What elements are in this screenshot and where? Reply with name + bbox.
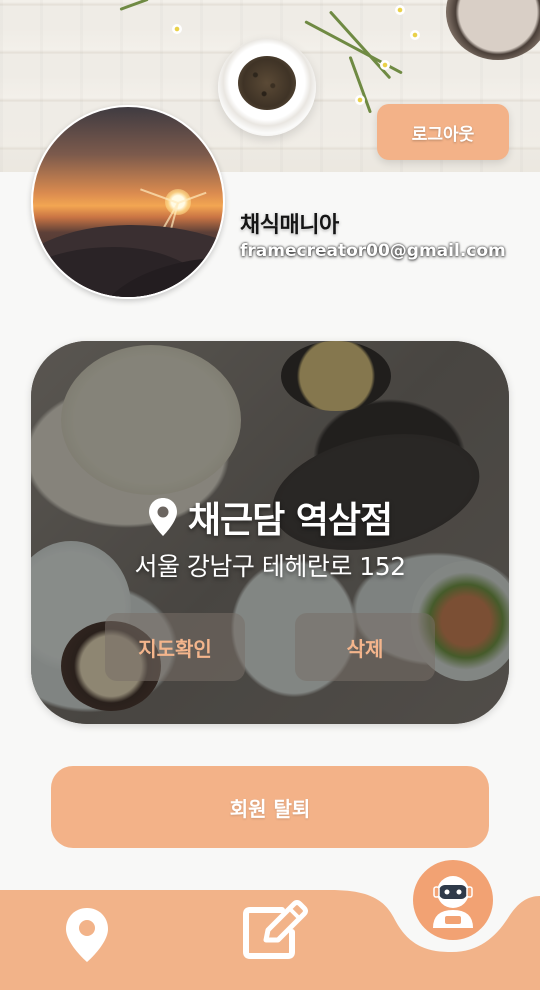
store-title-row: 채근담 역삼점 <box>31 491 509 543</box>
withdraw-button[interactable]: 회원 탈퇴 <box>51 766 489 848</box>
spice-bowl-image <box>218 38 316 136</box>
map-pin-icon <box>148 497 178 537</box>
map-pin-icon <box>66 908 108 962</box>
nav-chatbot-button[interactable] <box>413 860 493 940</box>
store-name: 채근담 역삼점 <box>187 500 393 541</box>
view-map-button[interactable]: 지도확인 <box>105 613 245 681</box>
bottom-nav <box>0 860 540 990</box>
flower-image <box>172 24 182 34</box>
flower-image <box>410 30 420 40</box>
edit-icon <box>243 900 308 959</box>
chatbot-icon <box>433 876 473 928</box>
spice-image <box>238 56 296 110</box>
logout-button[interactable]: 로그아웃 <box>377 104 509 160</box>
user-name: 채식매니아 <box>240 213 339 238</box>
avatar[interactable] <box>31 105 225 299</box>
nav-write-button[interactable] <box>240 900 310 960</box>
delete-button[interactable]: 삭제 <box>295 613 435 681</box>
store-address: 서울 강남구 테헤란로 152 <box>134 552 406 581</box>
user-email: framecreator00@gmail.com <box>240 241 506 261</box>
flower-image <box>355 95 365 105</box>
flower-image <box>395 5 405 15</box>
nav-map-button[interactable] <box>62 900 112 970</box>
flower-image <box>380 60 390 70</box>
store-card[interactable]: 채근담 역삼점 서울 강남구 테헤란로 152 지도확인 삭제 <box>31 341 509 724</box>
